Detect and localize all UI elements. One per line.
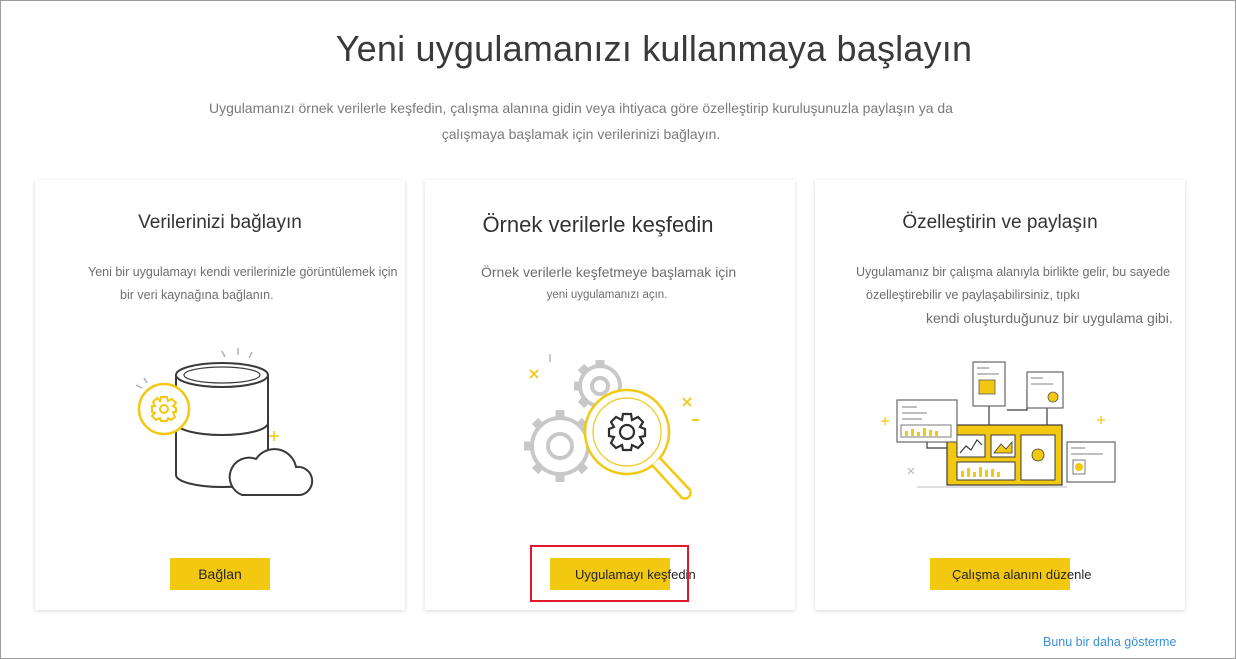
subtitle-line-2: çalışmaya başlamak için verilerinizi bağ…	[441, 126, 721, 142]
gears-magnifier-icon	[524, 354, 699, 500]
explore-sample-title: Örnek verilerle keşfedin	[482, 212, 714, 237]
connect-data-description: Yeni bir uygulamayı kendi verilerinizle …	[88, 261, 397, 307]
page-title: Yeni uygulamanızı kullanmaya başlayın	[335, 28, 973, 69]
customize-share-card: Özelleştirin ve paylaşın Uygulamanız bir…	[815, 180, 1185, 610]
connect-data-desc-line-1: Yeni bir uygulamayı kendi verilerinizle …	[88, 265, 398, 279]
customize-share-description: Uygulamanız bir çalışma alanıyla birlikt…	[856, 261, 1173, 330]
connect-data-card: Verilerinizi bağlayın Yeni bir uygulamay…	[35, 180, 405, 610]
highlight-annotation-box	[530, 545, 689, 602]
database-cloud-gear-icon	[135, 348, 314, 496]
connect-data-desc-line-2: bir veri kaynağına bağlanın.	[120, 288, 274, 302]
connect-data-title: Verilerinizi bağlayın	[138, 212, 302, 233]
edit-workspace-button[interactable]: Çalışma alanını düzenle	[930, 558, 1091, 590]
dashboard-network-icon	[881, 361, 1116, 488]
explore-sample-description: Örnek verilerle keşfetmeye başlamak için…	[481, 261, 737, 307]
page-subtitle: Uygulamanızı örnek verilerle keşfedin, ç…	[150, 95, 1012, 147]
customize-share-title: Özelleştirin ve paylaşın	[902, 212, 1098, 233]
explore-sample-desc-line-2: yeni uygulamanızı açın.	[546, 289, 668, 301]
customize-share-desc-line-2: özelleştirebilir ve paylaşabilirsiniz, t…	[866, 288, 1080, 302]
subtitle-line-1: Uygulamanızı örnek verilerle keşfedin, ç…	[209, 100, 953, 116]
connect-button[interactable]: Bağlan	[170, 558, 270, 590]
customize-share-desc-line-3: kendi oluşturduğunuz bir uygulama gibi.	[926, 310, 1173, 326]
dont-show-again-link[interactable]: Bunu bir daha gösterme	[1043, 635, 1176, 649]
explore-sample-desc-line-1: Örnek verilerle keşfetmeye başlamak için	[481, 264, 737, 280]
customize-share-desc-line-1: Uygulamanız bir çalışma alanıyla birlikt…	[856, 265, 1171, 279]
